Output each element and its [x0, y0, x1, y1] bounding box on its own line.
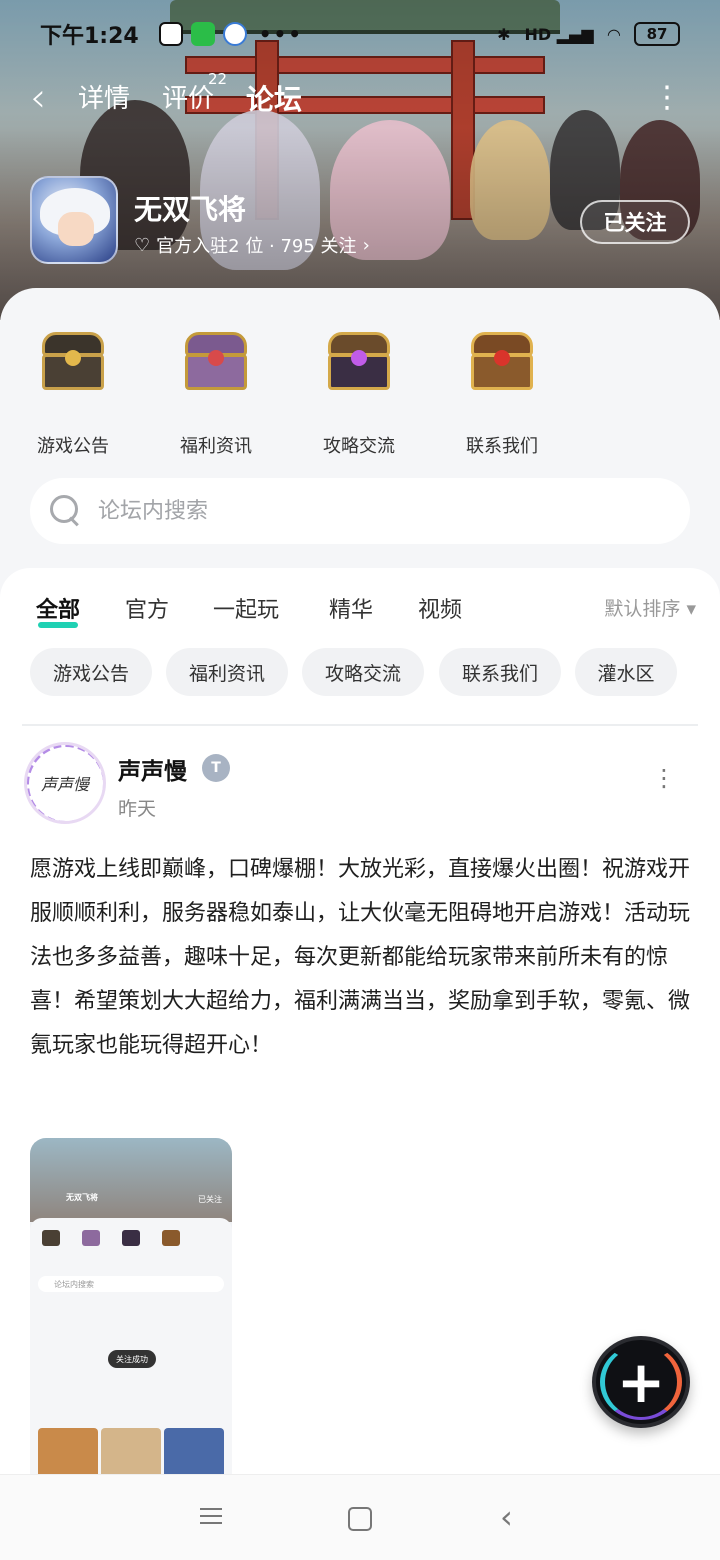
filter-tab-all[interactable]: 全部: [36, 592, 81, 628]
create-post-button[interactable]: +: [592, 1336, 690, 1428]
system-back-icon[interactable]: ‹: [500, 1501, 530, 1533]
filter-tab-play-together[interactable]: 一起玩: [213, 592, 279, 624]
status-time: 下午1:24: [40, 24, 139, 49]
game-meta[interactable]: ♡ 官方入驻2 位 · 795 关注 ›: [134, 232, 370, 258]
gold-black-chest-icon: [38, 332, 108, 394]
avatar-text: 声声慢: [41, 775, 90, 794]
wifi-icon: ◠: [607, 24, 620, 44]
game-title: 无双飞将: [134, 193, 247, 226]
plus-icon: +: [616, 1348, 666, 1416]
thumb-search-label: 论坛内搜索: [54, 1280, 94, 1289]
purple-chest-icon: [181, 332, 251, 394]
tab-forum-label: 论坛: [246, 83, 303, 116]
shortcut-label: 福利资讯: [180, 436, 252, 457]
shortcut-label: 攻略交流: [323, 436, 395, 457]
wechat-icon: [190, 22, 215, 46]
shortcut-benefits-news[interactable]: 福利资讯: [156, 328, 276, 458]
more-notifications-icon: •••: [258, 22, 304, 46]
chip-chat-area[interactable]: 灌水区: [575, 648, 677, 696]
reviews-count-badge: 22: [208, 70, 228, 88]
chip-strategy-exchange[interactable]: 攻略交流: [302, 648, 424, 696]
chip-contact-us[interactable]: 联系我们: [439, 648, 561, 696]
post-author[interactable]: 声声慢: [118, 752, 187, 786]
post-time: 昨天: [118, 798, 157, 820]
back-arrow-icon[interactable]: ‹: [30, 78, 70, 120]
red-gold-chest-icon: [467, 332, 537, 394]
top-navigation: ‹ 详情 评价 22 论坛 ⋮: [0, 70, 720, 128]
chevron-right-icon: ›: [362, 234, 370, 256]
battery-indicator: 87: [634, 22, 680, 46]
post-image-thumbnail[interactable]: 无双飞将 已关注 论坛内搜索 关注成功: [30, 1138, 232, 1498]
signal-icon: HD ▂▄▆: [524, 24, 594, 44]
system-navigation-bar: ‹: [0, 1474, 720, 1560]
tab-reviews[interactable]: 评价: [162, 78, 214, 115]
tab-details[interactable]: 详情: [78, 78, 130, 115]
search-icon: [50, 495, 82, 527]
filter-tabs: 全部 官方 一起玩 精华 视频: [36, 592, 696, 638]
bluetooth-icon: ✱: [497, 24, 511, 44]
thumb-toast: 关注成功: [108, 1350, 156, 1368]
shortcut-contact-us[interactable]: 联系我们: [442, 328, 562, 458]
ifly-icon: [222, 22, 247, 46]
follow-button[interactable]: 已关注: [580, 200, 690, 244]
filter-tab-label: 全部: [36, 598, 81, 623]
shortcut-label: 游戏公告: [37, 436, 109, 457]
level-badge-icon: T: [202, 754, 230, 782]
shortcut-game-announcement[interactable]: 游戏公告: [13, 328, 133, 458]
status-bar: 下午1:24 ••• ✱ HD ▂▄▆ ◠ 87: [0, 14, 720, 54]
chip-game-announcement[interactable]: 游戏公告: [30, 648, 152, 696]
shortcut-strategy-exchange[interactable]: 攻略交流: [299, 328, 419, 458]
filter-tab-video[interactable]: 视频: [418, 592, 462, 624]
thumb-game-name: 无双飞将: [66, 1193, 98, 1202]
chip-benefits-news[interactable]: 福利资讯: [166, 648, 288, 696]
post-more-icon[interactable]: ⋮: [652, 764, 676, 792]
shortcut-label: 联系我们: [466, 436, 538, 457]
game-app-icon[interactable]: [30, 176, 118, 264]
game-meta-text: 官方入驻2 位 · 795 关注: [156, 236, 357, 257]
recent-apps-icon[interactable]: [200, 1503, 230, 1533]
divider: [22, 724, 698, 726]
home-icon[interactable]: [348, 1507, 372, 1531]
magic-chest-icon: [324, 332, 394, 394]
search-input[interactable]: [98, 498, 658, 524]
thumb-follow-label: 已关注: [198, 1195, 222, 1204]
more-options-icon[interactable]: ⋮: [652, 80, 682, 116]
filter-tab-official[interactable]: 官方: [125, 592, 169, 624]
category-chips: 游戏公告 福利资讯 攻略交流 联系我们 灌水区: [30, 648, 710, 696]
diamond-icon: ♡: [134, 234, 151, 256]
tab-forum[interactable]: 论坛: [246, 78, 303, 122]
qq-icon: [158, 22, 183, 46]
filter-tab-featured[interactable]: 精华: [329, 592, 373, 624]
forum-shortcuts: 游戏公告 福利资讯 攻略交流 联系我们: [0, 328, 720, 458]
sort-dropdown[interactable]: 默认排序 ▾: [604, 594, 696, 621]
forum-search-bar[interactable]: [30, 478, 690, 544]
post-content: 愿游戏上线即巅峰，口碑爆棚！大放光彩，直接爆火出圈！祝游戏开服顺顺利利，服务器稳…: [30, 857, 691, 1058]
avatar[interactable]: 声声慢: [24, 742, 106, 824]
game-info-row: 无双飞将 ♡ 官方入驻2 位 · 795 关注 › 已关注: [30, 176, 690, 268]
